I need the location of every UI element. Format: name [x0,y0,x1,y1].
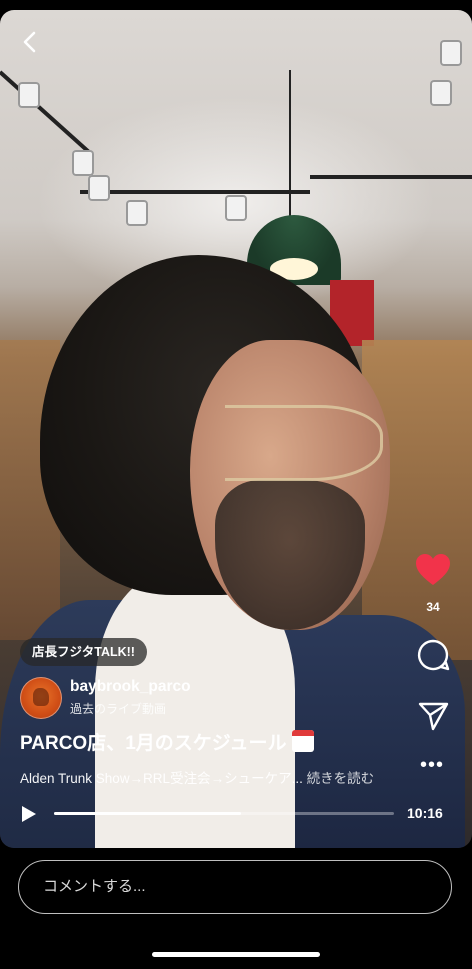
username[interactable]: baybrook_parco [70,678,191,696]
home-indicator [152,952,320,957]
video-description[interactable]: Alden Trunk Show→RRL受注会→シューケア... 続きを読む [20,767,374,787]
ceiling-track [80,190,310,194]
ceiling-track [0,70,91,154]
spotlight [126,200,148,226]
video-subtitle: 過去のライブ動画 [70,702,167,716]
video-title: PARCO店、1月のスケジュール [20,733,287,754]
spotlight [430,80,452,106]
comment-icon[interactable] [416,638,450,672]
progress-fill [54,812,241,815]
more-icon[interactable]: ••• [420,755,446,778]
spotlight [88,175,110,201]
ceiling-track [310,175,472,179]
spotlight [225,195,247,221]
share-icon[interactable] [417,700,449,732]
spotlight [18,82,40,108]
back-icon[interactable] [18,30,42,54]
comment-input[interactable]: コメントする... [18,860,452,914]
calendar-icon [292,730,314,752]
play-icon[interactable] [21,805,37,823]
spotlight [72,150,94,176]
read-more-link[interactable]: 続きを読む [307,771,375,786]
video-tag[interactable]: 店長フジタTALK!! [20,638,147,666]
heart-icon[interactable] [415,553,451,587]
spotlight [440,40,462,66]
progress-bar[interactable] [54,812,394,815]
video-player[interactable] [0,10,472,848]
lamp-cord [289,70,291,220]
like-count: 34 [426,600,440,614]
avatar[interactable] [20,677,62,719]
description-text: Alden Trunk Show→RRL受注会→シューケア... [20,771,303,786]
video-time: 10:16 [407,805,443,821]
glasses [225,405,383,481]
